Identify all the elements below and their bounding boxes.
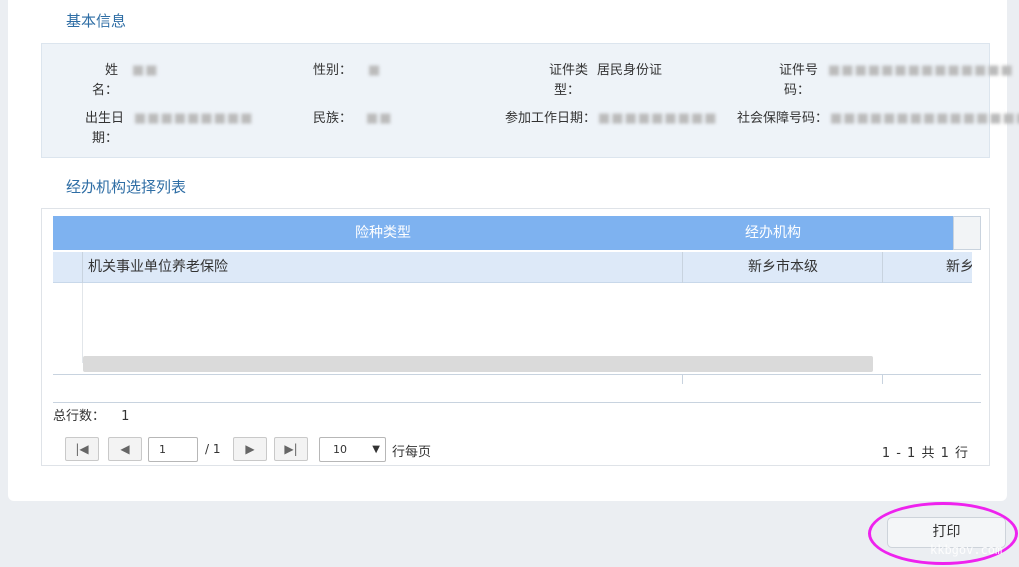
first-page-icon: |◀: [75, 442, 89, 456]
row-divider-left: [82, 252, 83, 283]
ethnicity-label: 民族：: [312, 111, 352, 126]
grid-footer-bottom-line: [53, 402, 981, 403]
table-row[interactable]: 机关事业单位养老保险 新乡市本级 新乡: [53, 252, 972, 283]
agency-grid: 险种类型 经办机构 机关事业单位养老保险 新乡市本级 新乡 总行数： 1 |◀ …: [41, 208, 990, 466]
footer-divider-mid: [682, 374, 683, 384]
column-header-insurance-type[interactable]: 险种类型: [83, 216, 683, 250]
chevron-down-icon: ▼: [372, 444, 380, 455]
rows-per-page-label: 行每页: [392, 445, 432, 460]
birth-date-value: ■■■■■■■■■: [134, 111, 254, 126]
row-divider-mid: [682, 252, 683, 283]
id-type-label-2: 型：: [553, 83, 580, 98]
gender-value: ■: [368, 63, 382, 78]
id-number-label-1: 证件号: [778, 63, 818, 78]
name-label: 姓名：: [91, 63, 118, 98]
agency-list-title: 经办机构选择列表: [66, 178, 187, 196]
body-divider-left: [82, 283, 83, 363]
id-type-label-1: 证件类: [548, 63, 588, 78]
horizontal-scrollbar[interactable]: [83, 356, 873, 372]
id-number-label-2: 码：: [783, 83, 810, 98]
social-security-value: ■■■■■■■■■■■■■■■: [830, 111, 1019, 126]
grid-corner: [953, 216, 981, 250]
watermark-text: kkbgov.com: [930, 543, 1003, 557]
total-rows-label: 总行数：: [53, 409, 106, 424]
page-count: / 1: [205, 442, 221, 456]
main-card: 基本信息 姓名： ■■ 性别： ■ 证件类 型： 居民身份证 证件号 码： ■■…: [8, 0, 1019, 501]
ethnicity-value: ■■: [366, 111, 393, 126]
cell-insurance-type: 机关事业单位养老保险: [88, 259, 228, 275]
basic-info-title: 基本信息: [66, 12, 127, 30]
total-rows-value: 1: [121, 409, 130, 424]
work-start-value: ■■■■■■■■■: [598, 111, 718, 126]
column-header-agency[interactable]: 经办机构: [683, 216, 863, 250]
row-divider-right: [882, 252, 883, 283]
footer-divider-right: [882, 374, 883, 384]
name-value: ■■: [132, 63, 159, 78]
id-number-value: ■■■■■■■■■■■■■■: [828, 63, 1014, 78]
page-number-input[interactable]: 1: [148, 437, 198, 462]
last-page-icon: ▶|: [284, 442, 298, 456]
birth-date-label-2: 期：: [91, 131, 118, 146]
cell-agency-extra: 新乡: [946, 259, 972, 275]
cell-agency: 新乡市本级: [748, 259, 818, 275]
birth-date-label-1: 出生日: [84, 111, 124, 126]
next-page-button[interactable]: ▶: [233, 437, 267, 461]
id-type-value: 居民身份证: [597, 63, 663, 78]
rows-per-page-select[interactable]: 10 ▼: [319, 437, 386, 462]
grid-footer-top-line: [53, 374, 981, 375]
last-page-button[interactable]: ▶|: [274, 437, 308, 461]
grid-header: 险种类型 经办机构: [53, 216, 981, 250]
rows-per-page-value: 10: [333, 443, 347, 456]
work-start-label: 参加工作日期：: [504, 111, 596, 126]
gender-label: 性别：: [312, 63, 352, 78]
first-page-button[interactable]: |◀: [65, 437, 99, 461]
row-range-text: 1 - 1 共 1 行: [881, 446, 969, 461]
total-rows: 总行数： 1: [53, 405, 129, 424]
prev-page-icon: ◀: [120, 442, 130, 456]
prev-page-button[interactable]: ◀: [108, 437, 142, 461]
basic-info-panel: 姓名： ■■ 性别： ■ 证件类 型： 居民身份证 证件号 码： ■■■■■■■…: [41, 43, 1019, 158]
next-page-icon: ▶: [245, 442, 255, 456]
social-security-label: 社会保障号码：: [736, 111, 828, 126]
